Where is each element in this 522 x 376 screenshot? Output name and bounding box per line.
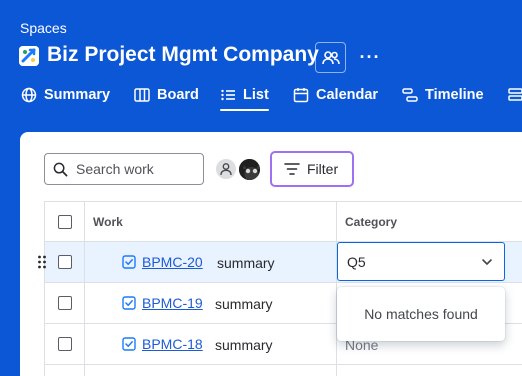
avatar-unassigned[interactable] xyxy=(214,157,238,181)
column-header-work[interactable]: Work xyxy=(93,215,123,229)
work-item-summary[interactable]: summary xyxy=(215,296,273,312)
tab-timeline[interactable]: Timeline xyxy=(402,80,484,110)
work-item-link[interactable]: BPMC-19 xyxy=(142,295,203,311)
work-item-key[interactable]: BPMC-20 xyxy=(122,254,203,270)
tab-label: Board xyxy=(157,87,199,103)
row-checkbox[interactable] xyxy=(57,296,72,310)
user-icon xyxy=(220,163,232,176)
filter-button[interactable]: Filter xyxy=(270,151,354,187)
search-icon xyxy=(53,162,68,176)
tab-label: Timeline xyxy=(425,87,484,103)
tab-board[interactable]: Board xyxy=(134,80,199,110)
no-matches-message: No matches found xyxy=(364,306,478,322)
task-type-icon xyxy=(122,296,136,310)
work-item-link[interactable]: BPMC-18 xyxy=(142,336,203,352)
row-select-cell xyxy=(44,324,85,364)
search-placeholder: Search work xyxy=(76,161,154,177)
select-all-cell xyxy=(44,202,85,241)
table-row xyxy=(44,365,522,376)
filter-label: Filter xyxy=(307,161,339,177)
search-input[interactable]: Search work xyxy=(44,153,204,185)
filter-icon xyxy=(284,163,300,175)
team-button[interactable] xyxy=(315,42,346,73)
globe-icon xyxy=(21,87,37,103)
row-select-cell xyxy=(44,283,85,323)
list-icon xyxy=(221,89,235,101)
more-actions-button[interactable]: ··· xyxy=(358,45,382,69)
column-divider xyxy=(336,365,337,376)
people-icon xyxy=(321,50,340,64)
row-select-cell xyxy=(44,365,85,376)
breadcrumb-spaces[interactable]: Spaces xyxy=(20,20,67,36)
tab-calendar[interactable]: Calendar xyxy=(293,80,378,110)
project-logo-icon xyxy=(19,46,39,66)
select-all-checkbox[interactable] xyxy=(57,214,72,229)
drag-handle-icon[interactable] xyxy=(36,254,48,270)
calendar-icon xyxy=(293,88,309,103)
more-icon: ··· xyxy=(359,46,381,67)
tab-label: Summary xyxy=(44,87,111,103)
column-divider xyxy=(336,202,337,241)
row-checkbox[interactable] xyxy=(57,337,72,351)
tab-list[interactable]: List xyxy=(220,80,269,111)
category-select[interactable]: Q5 xyxy=(337,242,505,281)
board-icon xyxy=(134,88,150,102)
category-select-value: Q5 xyxy=(347,253,366,270)
space-navigation: Summary Board List Calendar Timeline xyxy=(0,80,522,112)
tab-summary[interactable]: Summary xyxy=(21,80,110,110)
column-header-category[interactable]: Category xyxy=(345,215,397,229)
table-header-row: Work Category xyxy=(44,201,522,242)
tab-label: List xyxy=(243,87,269,103)
more-views-icon xyxy=(508,88,522,101)
row-select-cell xyxy=(44,242,85,282)
project-title: Biz Project Mgmt Company xyxy=(47,43,319,66)
work-item-link[interactable]: BPMC-20 xyxy=(142,254,203,270)
work-item-summary[interactable]: summary xyxy=(217,255,275,271)
category-dropdown-menu: No matches found xyxy=(337,287,505,341)
work-item-key[interactable]: BPMC-18 xyxy=(122,336,203,352)
row-checkbox[interactable] xyxy=(57,255,72,269)
chevron-down-icon xyxy=(482,259,492,265)
task-type-icon xyxy=(122,255,136,269)
tab-more[interactable] xyxy=(508,80,522,110)
tab-label: Calendar xyxy=(316,87,379,103)
timeline-icon xyxy=(402,88,418,102)
work-item-summary[interactable]: summary xyxy=(215,337,273,353)
work-item-key[interactable]: BPMC-19 xyxy=(122,295,203,311)
task-type-icon xyxy=(122,337,136,351)
avatar-user[interactable] xyxy=(237,157,262,182)
